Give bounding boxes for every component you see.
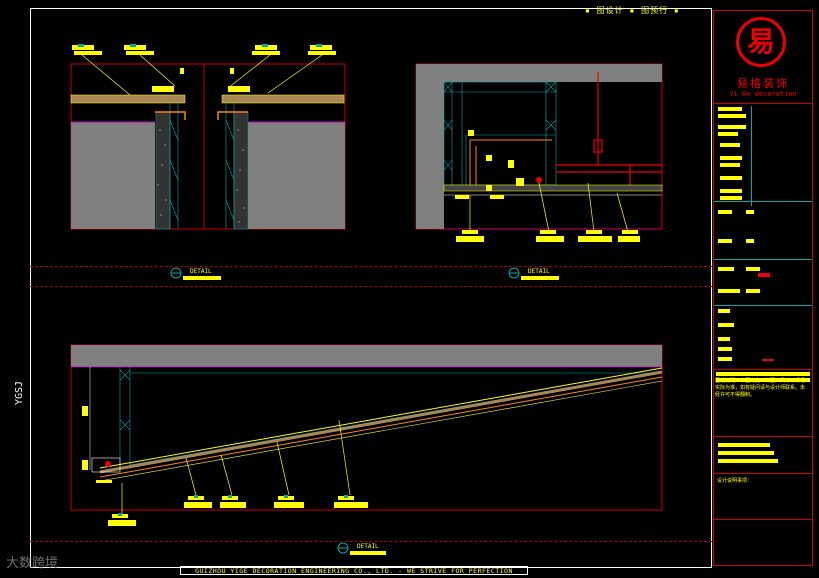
title-field [746, 267, 760, 271]
detail-marker [170, 267, 559, 280]
title-field [718, 337, 730, 341]
title-field [718, 114, 746, 118]
cad-drawing [70, 44, 663, 555]
drawing-sheet: ▪ 图设计 ▪ 图预行 ▪ DETAIL DETAIL DETAIL 易 易格装… [0, 0, 819, 578]
title-field [746, 239, 754, 243]
title-block-divider [714, 201, 812, 202]
company-slogan: GUIZHOU YIGE DECORATION ENGINEERING CO.,… [180, 566, 528, 575]
title-block-divider [714, 305, 812, 306]
title-field [718, 210, 732, 214]
logo-icon: 易 [736, 17, 786, 67]
title-block-divider [714, 473, 812, 474]
title-field [718, 357, 732, 361]
title-field [720, 163, 740, 167]
company-name-en: Yi Ge decoration [729, 90, 797, 98]
title-field [718, 309, 730, 313]
title-field [720, 196, 742, 200]
title-block-divider [751, 106, 752, 206]
detail-2-section [415, 63, 663, 242]
detail-1-section [70, 44, 346, 230]
title-field [746, 210, 754, 214]
title-field [718, 443, 770, 447]
company-logo: 易 易格装饰 Yi Ge decoration [714, 11, 812, 101]
title-field [718, 267, 734, 271]
title-field [718, 323, 734, 327]
title-field [718, 459, 778, 463]
title-field [718, 347, 732, 351]
title-block-divider [714, 369, 812, 370]
detail-label: DETAIL [190, 268, 212, 275]
detail-label: DETAIL [357, 543, 379, 550]
title-field [718, 289, 740, 293]
title-field-red [762, 359, 774, 361]
design-notes-label: 设计说明事项： [717, 478, 753, 484]
title-field [720, 189, 742, 193]
title-block-divider [714, 259, 812, 260]
title-block-divider [714, 103, 812, 104]
detail-3-section [70, 344, 663, 526]
detail-label: DETAIL [528, 268, 550, 275]
title-field [718, 125, 746, 129]
title-field [716, 372, 810, 376]
title-field-red [758, 273, 770, 277]
general-notes: 图纸说明：本图为施工详图，尺寸以现场实际为准，如有疑问请与设计师联系。未经许可不… [715, 378, 806, 398]
company-name-cn: 易格装饰 [737, 77, 789, 90]
title-field [718, 132, 738, 136]
title-field [720, 143, 740, 147]
watermark: 大数跨境 [6, 556, 59, 571]
title-block-divider [714, 519, 812, 520]
title-block-divider [714, 436, 812, 437]
title-field [718, 451, 774, 455]
title-field [720, 156, 742, 160]
title-field [718, 107, 742, 111]
title-field [718, 239, 732, 243]
title-field [720, 176, 742, 180]
side-label: YGSJ [14, 380, 25, 405]
title-field [746, 289, 760, 293]
